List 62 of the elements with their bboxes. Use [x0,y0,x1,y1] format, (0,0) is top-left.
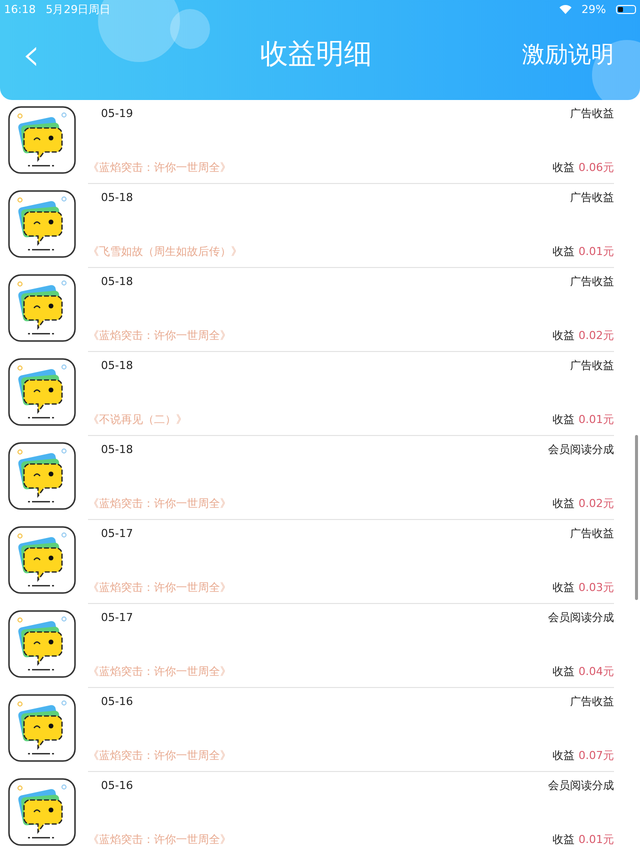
earning-label: 收益 [552,412,574,427]
app-logo-icon [8,274,76,342]
earning-type: 会员阅读分成 [548,610,614,625]
book-title: 《蓝焰突击：许你一世周全》 [88,832,231,847]
battery-percent: 29% [582,2,606,16]
incentive-info-link[interactable]: 激励说明 [522,38,614,70]
app-logo-icon [8,694,76,762]
battery-icon [616,4,636,14]
status-date: 5月29日周日 [46,2,111,16]
app-logo-icon [8,358,76,426]
date-text: 05-17 [101,611,133,624]
earning-amount: 0.01元 [578,244,614,259]
date-text: 05-16 [101,779,133,792]
book-title: 《蓝焰突击：许你一世周全》 [88,748,231,763]
app-logo-icon [8,190,76,258]
earning-label: 收益 [552,244,574,259]
app-logo-icon [8,610,76,678]
date-text: 05-19 [101,107,133,120]
date-text: 05-17 [101,527,133,540]
page-title: 收益明细 [259,36,374,72]
back-button[interactable]: ‹ [22,31,40,77]
earning-amount: 0.07元 [578,748,614,763]
wifi-icon [558,4,572,14]
earning-type: 广告收益 [570,190,614,205]
book-title: 《蓝焰突击：许你一世周全》 [88,580,231,595]
app-logo-icon [8,442,76,510]
app-logo-icon [8,526,76,594]
date-text: 05-18 [101,275,133,288]
earning-label: 收益 [552,580,574,595]
earning-amount: 0.02元 [578,328,614,343]
book-title: 《蓝焰突击：许你一世周全》 [88,160,231,175]
date-text: 05-18 [101,443,133,456]
book-title: 《飞雪如故（周生如故后传）》 [88,244,242,259]
date-text: 05-18 [101,359,133,372]
book-title: 《蓝焰突击：许你一世周全》 [88,664,231,679]
earning-type: 会员阅读分成 [548,778,614,793]
earning-label: 收益 [552,496,574,511]
earning-label: 收益 [552,748,574,763]
earning-label: 收益 [552,328,574,343]
earning-label: 收益 [552,832,574,847]
book-title: 《蓝焰突击：许你一世周全》 [88,496,231,511]
earning-type: 会员阅读分成 [548,442,614,457]
book-title: 《不说再见（二）》 [88,412,187,427]
earning-type: 广告收益 [570,694,614,709]
earning-label: 收益 [552,664,574,679]
earning-amount: 0.06元 [578,160,614,175]
date-text: 05-18 [101,191,133,204]
status-time: 16:18 [4,2,36,16]
earning-amount: 0.04元 [578,664,614,679]
earning-amount: 0.02元 [578,496,614,511]
earning-type: 广告收益 [570,526,614,541]
earning-type: 广告收益 [570,106,614,121]
app-logo-icon [8,106,76,174]
earning-amount: 0.01元 [578,832,614,847]
book-title: 《蓝焰突击：许你一世周全》 [88,328,231,343]
earning-amount: 0.03元 [578,580,614,595]
date-text: 05-16 [101,695,133,708]
app-logo-icon [8,778,76,846]
earning-type: 广告收益 [570,358,614,373]
earning-type: 广告收益 [570,274,614,289]
earning-amount: 0.01元 [578,412,614,427]
earning-label: 收益 [552,160,574,175]
